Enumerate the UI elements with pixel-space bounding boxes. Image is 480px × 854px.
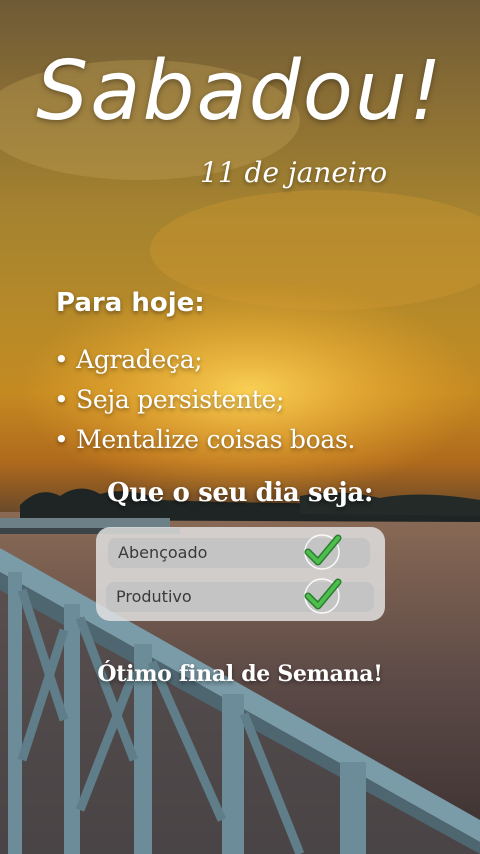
list-item: Agradeça; xyxy=(54,340,355,380)
checkmark-icon[interactable] xyxy=(302,532,342,572)
closing-message: Ótimo final de Semana! xyxy=(97,661,383,687)
checklist-label: Abençoado xyxy=(118,543,208,562)
list-item: Seja persistente; xyxy=(54,380,355,420)
checklist-row-produtivo[interactable]: Produtivo xyxy=(106,578,374,614)
list-item: Mentalize coisas boas. xyxy=(54,420,355,460)
today-list: Agradeça; Seja persistente; Mentalize co… xyxy=(54,340,355,460)
wish-question: Que o seu dia seja: xyxy=(106,478,374,508)
checklist-row-abencoado[interactable]: Abençoado xyxy=(108,534,370,570)
checklist-label: Produtivo xyxy=(116,587,192,606)
checklist-panel: Abençoado Produtivo xyxy=(96,527,385,621)
checkmark-icon[interactable] xyxy=(302,576,342,616)
today-heading: Para hoje: xyxy=(56,288,205,318)
date-label: 11 de janeiro xyxy=(200,156,388,189)
page-title: Sabadou! xyxy=(36,44,444,139)
background-photo: Sabadou! 11 de janeiro Para hoje: Agrade… xyxy=(0,0,480,854)
